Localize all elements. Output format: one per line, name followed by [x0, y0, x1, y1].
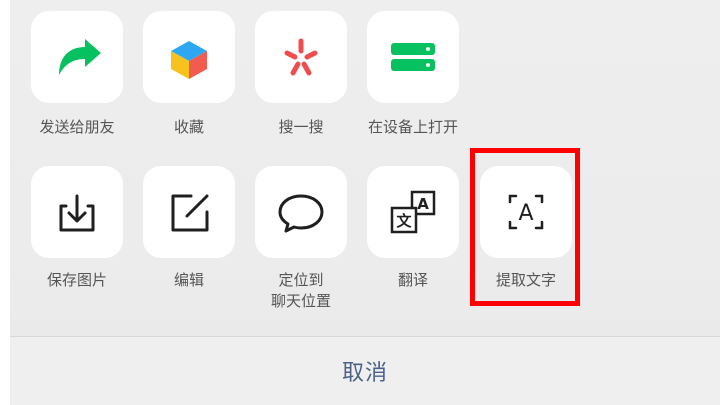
- search-sparkle-icon: [284, 38, 318, 76]
- search-label: 搜一搜: [278, 118, 324, 136]
- translate-icon: A 文: [390, 190, 436, 234]
- open-on-device-label: 在设备上打开: [367, 118, 458, 136]
- svg-text:A: A: [417, 195, 429, 213]
- share-arrow-icon: [59, 39, 101, 75]
- edit-label: 编辑: [173, 271, 204, 289]
- save-image-button[interactable]: [31, 166, 123, 258]
- open-on-device-button[interactable]: [367, 11, 459, 103]
- open-on-device-icon: [391, 43, 435, 71]
- search-button[interactable]: [255, 11, 347, 103]
- send-to-friend-label: 发送给朋友: [39, 118, 115, 136]
- favorite-button[interactable]: [143, 11, 235, 103]
- locate-in-chat-button[interactable]: [255, 166, 347, 258]
- edit-icon: [171, 194, 209, 232]
- translate-button[interactable]: A 文: [367, 166, 459, 258]
- chat-bubble-icon: [278, 194, 324, 233]
- svg-text:文: 文: [396, 212, 412, 230]
- favorite-label: 收藏: [173, 118, 204, 136]
- send-to-friend-button[interactable]: [31, 11, 123, 103]
- highlight-box: [470, 148, 580, 306]
- save-image-label: 保存图片: [46, 271, 107, 289]
- save-image-icon: [59, 194, 95, 232]
- favorite-cube-icon: [171, 41, 207, 79]
- translate-label: 翻译: [397, 271, 428, 289]
- cancel-button[interactable]: 取消: [10, 337, 720, 405]
- edit-button[interactable]: [143, 166, 235, 258]
- locate-in-chat-label: 定位到 聊天位置: [270, 271, 331, 310]
